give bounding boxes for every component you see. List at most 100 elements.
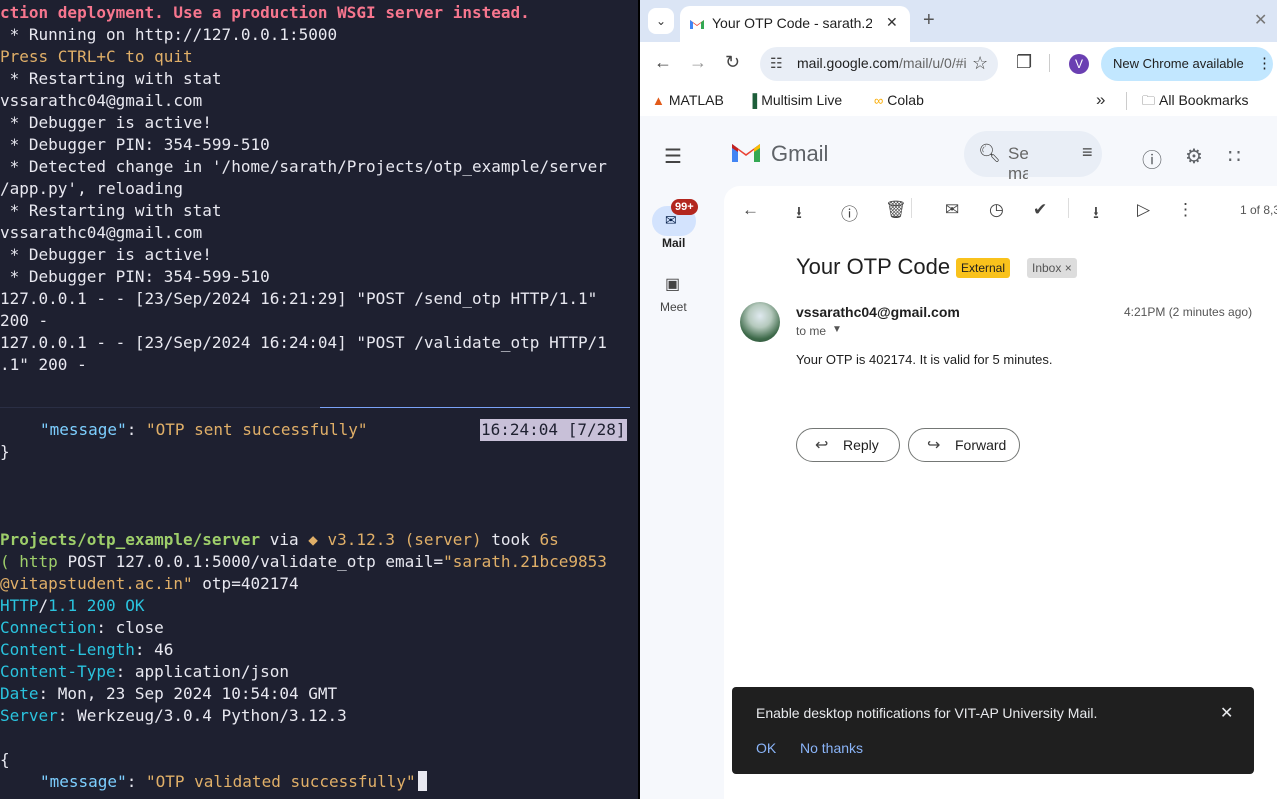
terminal-line: 127.0.0.1 - - [23/Sep/2024 16:24:04] "PO…: [0, 333, 607, 352]
label-inbox[interactable]: Inbox ×: [1027, 258, 1077, 278]
close-icon[interactable]: ✕: [1220, 703, 1233, 723]
snackbar-ok-button[interactable]: OK: [756, 740, 776, 756]
tab-strip: ⌄ Your OTP Code - sarath.21bce ✕ + ✕: [640, 0, 1277, 42]
tune-icon[interactable]: ≡: [1082, 142, 1093, 163]
extensions-icon[interactable]: ❐: [1016, 52, 1032, 73]
http-header: Server: Werkzeug/3.0.4 Python/3.12.3: [0, 705, 347, 727]
terminal-window[interactable]: ction deployment. Use a production WSGI …: [0, 0, 638, 799]
terminal-line: /app.py', reloading: [0, 179, 184, 198]
recipient-label: to me: [796, 324, 827, 338]
terminal-cursor: [417, 771, 427, 791]
bookmark-star-icon[interactable]: ☆: [972, 53, 988, 74]
colab-icon: ∞: [874, 93, 884, 108]
header-value: : close: [96, 618, 164, 637]
archive-icon[interactable]: ⭳: [796, 200, 802, 229]
terminal-line: * Debugger PIN: 354-599-510: [0, 135, 270, 154]
forward-button[interactable]: ↪ Forward: [908, 428, 1020, 462]
folder-icon: 🗀: [1142, 93, 1156, 108]
details-caret-icon[interactable]: ▼: [832, 324, 842, 335]
shell-prompt: Projects/otp_example/server via ◆ v3.12.…: [0, 529, 559, 551]
terminal-line: ction deployment. Use a production WSGI …: [0, 3, 530, 22]
bookmarks-overflow-icon[interactable]: »: [1096, 90, 1105, 110]
header-key: Content-Length: [0, 640, 135, 659]
forward-icon: ↪: [927, 437, 941, 454]
terminal-line: vssarathc04@gmail.com: [0, 223, 203, 242]
http-header: Content-Length: 46: [0, 639, 173, 661]
cmd-args: POST 127.0.0.1:5000/validate_otp email=: [57, 552, 444, 571]
terminal-line: * Restarting with stat: [0, 69, 222, 88]
bookmark-colab[interactable]: ∞ Colab: [874, 92, 924, 108]
window-close-button[interactable]: ✕: [1254, 10, 1267, 30]
cmd-http: http: [9, 552, 58, 571]
menu-icon[interactable]: ☰: [664, 144, 682, 169]
video-camera-icon[interactable]: ▣: [665, 274, 680, 294]
nav-mail-label[interactable]: Mail: [662, 236, 685, 250]
chrome-update-button[interactable]: New Chrome available ⋮: [1101, 47, 1273, 81]
terminal-line: 127.0.0.1 - - [23/Sep/2024 16:21:29] "PO…: [0, 289, 598, 308]
toolbar-divider: [911, 198, 912, 218]
more-vert-icon[interactable]: ⋮: [1177, 200, 1194, 220]
tab-gmail[interactable]: Your OTP Code - sarath.21bce ✕: [680, 6, 910, 42]
terminal-line: * Running on http://127.0.0.1:5000: [0, 25, 338, 44]
add-task-icon[interactable]: ✔: [1033, 200, 1047, 220]
pagination-text: 1 of 8,3: [1240, 203, 1277, 217]
bookmark-multisim[interactable]: ▐ Multisim Live: [748, 92, 842, 108]
delete-icon[interactable]: 🗑︎: [885, 200, 907, 220]
more-vert-icon: ⋮: [1257, 55, 1272, 72]
all-bookmarks[interactable]: 🗀 All Bookmarks: [1142, 92, 1248, 114]
json-sep: :: [126, 420, 146, 439]
notification-snackbar: Enable desktop notifications for VIT-AP …: [732, 687, 1254, 774]
browser-window: ⌄ Your OTP Code - sarath.21bce ✕ + ✕ ← →…: [640, 0, 1277, 799]
nav-meet-label[interactable]: Meet: [660, 300, 687, 314]
email-subject: Your OTP Code: [796, 254, 951, 279]
shell-command: ( http POST 127.0.0.1:5000/validate_otp …: [0, 551, 607, 573]
terminal-line: Press CTRL+C to quit: [0, 47, 193, 66]
chrome-update-label: New Chrome available: [1113, 56, 1244, 71]
prompt-via: via: [260, 530, 309, 549]
back-icon[interactable]: ←: [654, 52, 672, 73]
json-key: "message": [40, 420, 127, 439]
back-arrow-icon[interactable]: ←: [742, 200, 759, 220]
site-info-icon[interactable]: ☷: [770, 55, 783, 72]
terminal-line: * Detected change in '/home/sarath/Proje…: [0, 157, 607, 176]
mark-unread-icon[interactable]: ✉: [945, 200, 959, 220]
reload-icon[interactable]: ↻: [725, 52, 740, 73]
bookmark-matlab[interactable]: ▲ MATLAB: [652, 92, 724, 108]
bookmark-label: Multisim Live: [761, 92, 843, 108]
snackbar-no-thanks-button[interactable]: No thanks: [800, 740, 863, 756]
search-icon[interactable]: 🔍︎: [978, 143, 1001, 164]
close-icon[interactable]: ✕: [886, 14, 898, 31]
header-value: : Werkzeug/3.0.4 Python/3.12.3: [57, 706, 347, 725]
help-icon[interactable]: ⓘ: [1142, 144, 1162, 173]
apps-grid-icon[interactable]: ∷: [1228, 144, 1241, 169]
prompt-took: took: [481, 530, 540, 549]
label-external: External: [956, 258, 1011, 278]
terminal-line: 200 -: [0, 311, 49, 330]
search-bar[interactable]: 🔍︎ Search mail ≡: [964, 131, 1102, 183]
reply-icon: ↩: [815, 437, 829, 454]
label-icon[interactable]: ▷: [1137, 200, 1150, 220]
gear-icon[interactable]: ⚙: [1185, 144, 1203, 169]
gmail-favicon-icon: [690, 20, 704, 29]
reply-button[interactable]: ↩ Reply: [796, 428, 900, 462]
tab-search-button[interactable]: ⌄: [648, 8, 674, 34]
forward-label: Forward: [955, 437, 1007, 453]
address-bar[interactable]: ☷ mail.google.com/mail/u/0/#inbox ☆: [760, 47, 998, 81]
forward-icon[interactable]: →: [689, 52, 707, 73]
url-path: /mail/u/0/#inbox: [898, 55, 967, 71]
terminal-line: * Restarting with stat: [0, 201, 222, 220]
header-value: : application/json: [115, 662, 289, 681]
report-spam-icon[interactable]: ⓘ: [841, 200, 858, 225]
sender-email[interactable]: vssarathc04@gmail.com: [796, 304, 960, 320]
prompt-python: ◆ v3.12.3 (server): [308, 530, 482, 549]
snackbar-text: Enable desktop notifications for VIT-AP …: [756, 705, 1098, 721]
prompt-arrow: (: [0, 552, 10, 571]
profile-avatar[interactable]: V: [1069, 54, 1089, 74]
move-to-icon[interactable]: ⭳: [1093, 200, 1099, 229]
snooze-icon[interactable]: ◷: [989, 200, 1004, 220]
header-key: Connection: [0, 618, 97, 637]
search-input[interactable]: Search mail: [1008, 144, 1028, 184]
reply-label: Reply: [843, 437, 879, 453]
new-tab-button[interactable]: +: [923, 9, 935, 32]
sender-avatar[interactable]: [740, 302, 780, 342]
